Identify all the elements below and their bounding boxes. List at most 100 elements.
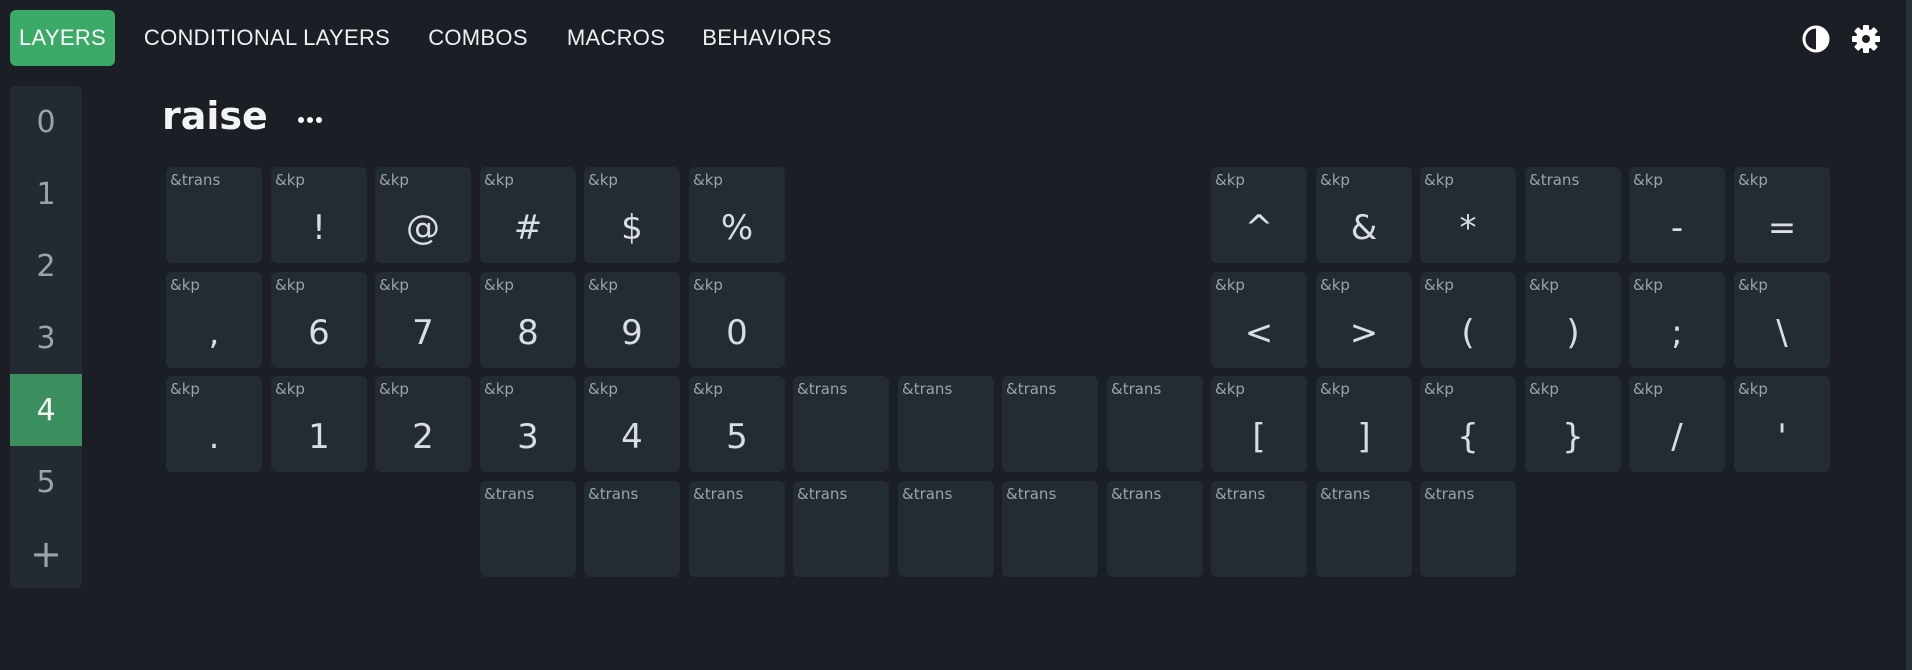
key-label: \ xyxy=(1776,313,1788,353)
key[interactable]: &kp 1 xyxy=(271,376,367,472)
key[interactable]: &trans xyxy=(1211,481,1307,577)
key-label xyxy=(1002,507,1098,577)
key[interactable]: &kp 6 xyxy=(271,272,367,368)
key-label: 7 xyxy=(412,313,434,353)
key-label: 6 xyxy=(308,313,330,353)
key-behavior: &kp xyxy=(588,380,618,398)
key[interactable]: &trans xyxy=(1316,481,1412,577)
key[interactable]: &trans xyxy=(1420,481,1516,577)
key-behavior: &kp xyxy=(693,380,723,398)
key-behavior: &trans xyxy=(693,485,744,503)
layer-item-3[interactable]: 3 xyxy=(10,302,82,374)
key[interactable]: &trans xyxy=(689,481,785,577)
key[interactable]: &trans xyxy=(1002,481,1098,577)
key-label: 2 xyxy=(412,417,434,457)
key[interactable]: &kp & xyxy=(1316,167,1412,263)
key[interactable]: &kp} xyxy=(1525,376,1621,472)
key-label: < xyxy=(1244,313,1274,353)
key[interactable]: &kp { xyxy=(1420,376,1516,472)
key[interactable]: &kp 2 xyxy=(375,376,471,472)
key-behavior: &kp xyxy=(588,171,618,189)
key[interactable]: &kp 4 xyxy=(584,376,680,472)
layer-item-1[interactable]: 1 xyxy=(10,158,82,230)
key[interactable]: &kp \ xyxy=(1734,272,1830,368)
key[interactable]: &kp = xyxy=(1734,167,1830,263)
layer-title: raise xyxy=(162,94,268,138)
key[interactable]: &kp, xyxy=(166,272,262,368)
key-label xyxy=(793,507,889,577)
key[interactable]: &trans xyxy=(1107,376,1203,472)
key-label xyxy=(1420,507,1516,577)
key-label: 5 xyxy=(726,417,748,457)
key[interactable]: &trans xyxy=(1002,376,1098,472)
key-label: . xyxy=(208,417,220,457)
key[interactable]: &kp - xyxy=(1629,167,1725,263)
key-label: [ xyxy=(1252,417,1266,457)
key[interactable]: &kp > xyxy=(1316,272,1412,368)
key-behavior: &kp xyxy=(484,171,514,189)
key[interactable]: &kp 0 xyxy=(689,272,785,368)
key[interactable]: &kp [ xyxy=(1211,376,1307,472)
key[interactable]: &kp 5 xyxy=(689,376,785,472)
key[interactable]: &kp% xyxy=(689,167,785,263)
layer-item-2[interactable]: 2 xyxy=(10,230,82,302)
key[interactable]: &trans xyxy=(1525,167,1621,263)
key-label: , xyxy=(208,313,220,353)
key[interactable]: &kp @ xyxy=(375,167,471,263)
key-label: 9 xyxy=(621,313,643,353)
key[interactable]: &kp 3 xyxy=(480,376,576,472)
gear-icon[interactable] xyxy=(1849,22,1883,56)
key[interactable]: &kp; xyxy=(1629,272,1725,368)
key[interactable]: &kp 8 xyxy=(480,272,576,368)
key-behavior: &kp xyxy=(484,380,514,398)
key[interactable]: &kp / xyxy=(1629,376,1725,472)
tab-macros[interactable]: MACROS xyxy=(558,10,674,66)
key[interactable]: &kp < xyxy=(1211,272,1307,368)
key[interactable]: &kp $ xyxy=(584,167,680,263)
page-scrollbar[interactable] xyxy=(1906,0,1912,670)
key[interactable]: &trans xyxy=(166,167,262,263)
key-label xyxy=(1107,507,1203,577)
key[interactable]: &kp # xyxy=(480,167,576,263)
key-label xyxy=(166,193,262,263)
key-label: - xyxy=(1670,208,1684,248)
key-label xyxy=(689,507,785,577)
key-label: * xyxy=(1459,208,1477,248)
key[interactable]: &trans xyxy=(1107,481,1203,577)
key-label: 8 xyxy=(517,313,539,353)
contrast-icon[interactable] xyxy=(1799,22,1833,56)
tab-layers[interactable]: LAYERS xyxy=(10,10,115,66)
key[interactable]: &kp ' xyxy=(1734,376,1830,472)
key[interactable]: &kp 9 xyxy=(584,272,680,368)
key[interactable]: &trans xyxy=(793,481,889,577)
key[interactable]: &kp 7 xyxy=(375,272,471,368)
key-behavior: &kp xyxy=(693,276,723,294)
key-behavior: &trans xyxy=(1111,380,1162,398)
key[interactable]: &trans xyxy=(898,481,994,577)
key[interactable]: &kp. xyxy=(166,376,262,472)
key-label: ] xyxy=(1357,417,1371,457)
key[interactable]: &kp * xyxy=(1420,167,1516,263)
tab-combos[interactable]: COMBOS xyxy=(420,10,536,66)
add-layer-button[interactable]: + xyxy=(10,518,82,588)
layer-sidebar: 0 1 2 3 4 5 + xyxy=(10,86,82,588)
key-behavior: &trans xyxy=(588,485,639,503)
key-behavior: &trans xyxy=(797,380,848,398)
layer-item-5[interactable]: 5 xyxy=(10,446,82,518)
more-icon[interactable] xyxy=(296,106,324,134)
key[interactable]: &kp! xyxy=(271,167,367,263)
key-behavior: &kp xyxy=(275,380,305,398)
layer-item-4[interactable]: 4 xyxy=(10,374,82,446)
layer-item-0[interactable]: 0 xyxy=(10,86,82,158)
key[interactable]: &trans xyxy=(480,481,576,577)
key[interactable]: &trans xyxy=(898,376,994,472)
key-behavior: &kp xyxy=(1633,276,1663,294)
tab-conditional-layers[interactable]: CONDITIONAL LAYERS xyxy=(138,10,396,66)
key[interactable]: &kp ( xyxy=(1420,272,1516,368)
key[interactable]: &trans xyxy=(793,376,889,472)
key[interactable]: &kp ^ xyxy=(1211,167,1307,263)
tab-behaviors[interactable]: BEHAVIORS xyxy=(696,10,838,66)
key[interactable]: &trans xyxy=(584,481,680,577)
key[interactable]: &kp) xyxy=(1525,272,1621,368)
key[interactable]: &kp] xyxy=(1316,376,1412,472)
